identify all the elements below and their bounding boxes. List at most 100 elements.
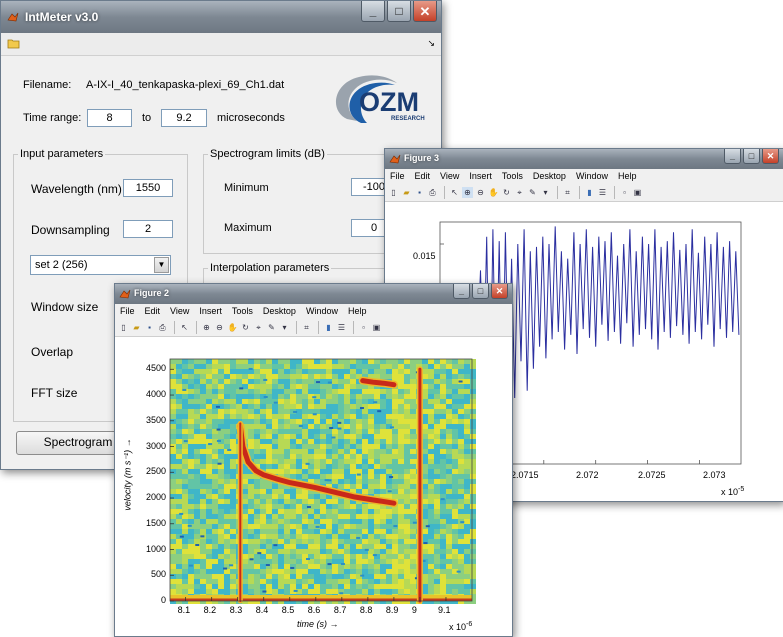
minimize-button[interactable]: _ xyxy=(361,1,385,22)
legend-icon[interactable]: ☰ xyxy=(336,322,347,333)
new-file-icon[interactable]: ▯ xyxy=(388,187,399,198)
y-axis-label: velocity (m s⁻¹) → xyxy=(122,438,133,511)
colorbar-icon[interactable]: ▮ xyxy=(323,322,334,333)
figure2-maximize-button[interactable]: □ xyxy=(472,284,489,299)
time-to-input[interactable]: 9.2 xyxy=(161,109,207,127)
time-from-input[interactable]: 8 xyxy=(87,109,132,127)
link-plot-icon[interactable]: ⌗ xyxy=(562,187,573,198)
wavelength-input[interactable]: 1550 xyxy=(123,179,173,197)
menu-view[interactable]: View xyxy=(435,170,464,183)
x-multiplier-label: x 10-6 xyxy=(449,621,472,632)
pointer-icon[interactable]: ↖ xyxy=(179,322,190,333)
link-plot-icon[interactable]: ⌗ xyxy=(301,322,312,333)
save-icon[interactable]: ▪ xyxy=(414,187,425,198)
zoom-in-icon[interactable]: ⊕ xyxy=(201,322,212,333)
open-folder-icon[interactable]: ▰ xyxy=(131,322,142,333)
show-tools-icon[interactable]: ▣ xyxy=(371,322,382,333)
main-window-title: IntMeter v3.0 xyxy=(25,10,99,24)
figure3-toolbar: ▯ ▰ ▪ ⎙ ↖ ⊕ ⊖ ✋ ↻ ⌖ ✎ ▾ ⌗ ▮ ☰ ▫ ▣ xyxy=(385,184,783,202)
chevron-down-icon[interactable]: ▼ xyxy=(154,257,169,273)
hide-tools-icon[interactable]: ▫ xyxy=(358,322,369,333)
menu-window[interactable]: Window xyxy=(301,305,343,318)
y-tick-label: 4000 xyxy=(145,389,166,400)
y-tick-label: 0 xyxy=(160,595,166,605)
menu-desktop[interactable]: Desktop xyxy=(258,305,301,318)
y-tick-label: 3500 xyxy=(145,414,166,425)
fft-size-label: FFT size xyxy=(31,386,78,400)
interpolation-parameters-legend: Interpolation parameters xyxy=(210,262,330,274)
dropdown-arrow-icon[interactable]: ▾ xyxy=(279,322,290,333)
zoom-in-icon[interactable]: ⊕ xyxy=(462,187,473,198)
y-tick-label: 2000 xyxy=(145,492,166,503)
menu-help[interactable]: Help xyxy=(613,170,642,183)
x-multiplier-label: x 10-5 xyxy=(721,486,744,497)
set-select[interactable]: set 2 (256) ▼ xyxy=(30,255,171,275)
figure2-close-button[interactable]: ✕ xyxy=(491,284,508,299)
rotate-icon[interactable]: ↻ xyxy=(240,322,251,333)
window-size-label: Window size xyxy=(31,300,99,314)
main-titlebar[interactable]: IntMeter v3.0 _ □ ✕ xyxy=(1,1,441,33)
show-tools-icon[interactable]: ▣ xyxy=(632,187,643,198)
pointer-icon[interactable]: ↖ xyxy=(449,187,460,198)
zoom-out-icon[interactable]: ⊖ xyxy=(214,322,225,333)
figure2-canvas: 0 500 1000 1500 2000 2500 3000 3500 4000 4500 8.1… xyxy=(115,337,512,636)
new-file-icon[interactable]: ▯ xyxy=(118,322,129,333)
figure2-menubar: File Edit View Insert Tools Desktop Wind… xyxy=(115,305,512,318)
ozm-logo-text: OZM xyxy=(359,87,419,117)
brush-icon[interactable]: ✎ xyxy=(266,322,277,333)
menu-desktop[interactable]: Desktop xyxy=(528,170,571,183)
figure3-maximize-button[interactable]: □ xyxy=(743,149,760,164)
spectrogram-limits-legend: Spectrogram limits (dB) xyxy=(210,148,325,160)
menu-window[interactable]: Window xyxy=(571,170,613,183)
toolbar-overflow-icon[interactable]: ↘ xyxy=(427,38,435,49)
x-multiplier-exponent: -6 xyxy=(466,621,473,628)
legend-icon[interactable]: ☰ xyxy=(597,187,608,198)
figure3-titlebar[interactable]: Figure 3 _ □ ✕ xyxy=(385,149,783,169)
menu-file[interactable]: File xyxy=(115,305,140,318)
menu-view[interactable]: View xyxy=(165,305,194,318)
ozm-logo-subtext: RESEARCH xyxy=(391,116,425,122)
print-icon[interactable]: ⎙ xyxy=(157,322,168,333)
hide-tools-icon[interactable]: ▫ xyxy=(619,187,630,198)
menu-insert[interactable]: Insert xyxy=(194,305,227,318)
figure2-title: Figure 2 xyxy=(134,288,170,298)
x-tick-label: 8.2 xyxy=(203,605,217,615)
figure2-titlebar[interactable]: Figure 2 _ □ ✕ xyxy=(115,284,512,304)
open-folder-icon[interactable]: ▰ xyxy=(401,187,412,198)
pan-icon[interactable]: ✋ xyxy=(227,322,238,333)
x-tick-label: 9 xyxy=(411,605,417,615)
x-tick-label: 2.072 xyxy=(576,470,599,480)
data-cursor-icon[interactable]: ⌖ xyxy=(514,187,525,198)
menu-tools[interactable]: Tools xyxy=(227,305,258,318)
menu-file[interactable]: File xyxy=(385,170,410,183)
zoom-out-icon[interactable]: ⊖ xyxy=(475,187,486,198)
dropdown-arrow-icon[interactable]: ▾ xyxy=(540,187,551,198)
downsampling-input[interactable]: 2 xyxy=(123,220,173,238)
pan-icon[interactable]: ✋ xyxy=(488,187,499,198)
maximize-button[interactable]: □ xyxy=(387,1,411,22)
close-button[interactable]: ✕ xyxy=(413,1,437,22)
figure2-toolbar: ▯ ▰ ▪ ⎙ ↖ ⊕ ⊖ ✋ ↻ ⌖ ✎ ▾ ⌗ ▮ ☰ ▫ ▣ xyxy=(115,319,512,337)
x-tick-label: 8.1 xyxy=(177,605,191,615)
x-axis-label: time (s) → xyxy=(297,619,339,629)
data-cursor-icon[interactable]: ⌖ xyxy=(253,322,264,333)
figure3-close-button[interactable]: ✕ xyxy=(762,149,779,164)
x-tick-label: 2.0725 xyxy=(638,470,666,480)
menu-insert[interactable]: Insert xyxy=(464,170,497,183)
menu-edit[interactable]: Edit xyxy=(410,170,436,183)
figure2-spectrogram[interactable] xyxy=(115,337,510,635)
open-folder-icon[interactable] xyxy=(7,37,21,49)
menu-help[interactable]: Help xyxy=(343,305,372,318)
brush-icon[interactable]: ✎ xyxy=(527,187,538,198)
print-icon[interactable]: ⎙ xyxy=(427,187,438,198)
x-tick-label: 2.0715 xyxy=(511,470,539,480)
figure2-minimize-button[interactable]: _ xyxy=(453,284,470,299)
menu-tools[interactable]: Tools xyxy=(497,170,528,183)
colorbar-icon[interactable]: ▮ xyxy=(584,187,595,198)
figure3-minimize-button[interactable]: _ xyxy=(724,149,741,164)
menu-edit[interactable]: Edit xyxy=(140,305,166,318)
save-icon[interactable]: ▪ xyxy=(144,322,155,333)
x-tick-label: 8.6 xyxy=(307,605,321,615)
set-select-value: set 2 (256) xyxy=(35,259,88,271)
rotate-icon[interactable]: ↻ xyxy=(501,187,512,198)
